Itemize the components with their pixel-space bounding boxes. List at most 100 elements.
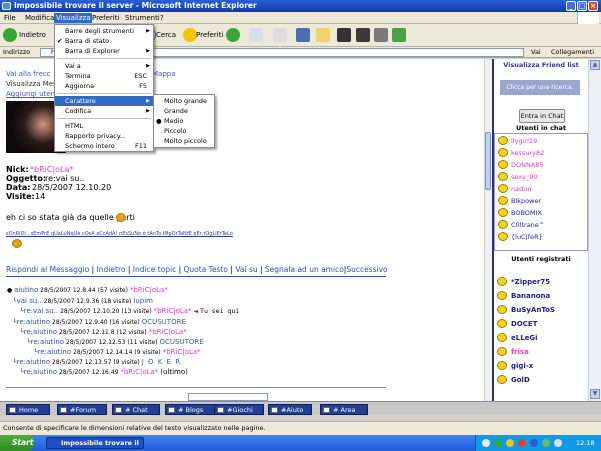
chat-user[interactable]: Blkpower xyxy=(511,197,541,205)
tab-blogs[interactable]: # Blogs xyxy=(165,404,215,415)
enter-chat-button[interactable]: Entra in Chat xyxy=(519,109,565,123)
menu-help[interactable]: ? xyxy=(158,13,166,23)
thread-item[interactable]: └re:aiutino 28/5/2007 12.11.8 (12 visite… xyxy=(20,328,187,336)
chat-user[interactable]: sexy_90 xyxy=(511,173,538,181)
thread-item[interactable]: └re:aiutino 28/5/2007 12.13.57 (9 visite… xyxy=(13,358,181,366)
history-icon[interactable] xyxy=(226,28,240,42)
top-link[interactable]: Vai su xyxy=(235,265,257,274)
scroll-up-arrow-icon[interactable]: ▲ xyxy=(590,60,600,70)
page-input[interactable] xyxy=(188,393,268,401)
tray-icon[interactable] xyxy=(506,439,514,447)
thread-item[interactable]: └re:aiutino 28/5/2007 12.16.49 *bRiC|oLa… xyxy=(20,368,188,376)
minimize-button[interactable]: _ xyxy=(566,1,576,11)
registered-user[interactable]: BuSyAnToS xyxy=(511,306,555,314)
close-button[interactable]: × xyxy=(588,1,598,11)
menu-item-status-bar[interactable]: ✔ Barra di stato xyxy=(55,36,153,46)
thread-item-current[interactable]: └re:vai su.. 28/5/2007 12.10.20 (13 visi… xyxy=(20,307,239,315)
menu-item-toolbars[interactable]: Barre degli strumenti ▶ xyxy=(55,26,153,36)
nick-value[interactable]: *bRiC|oLa* xyxy=(30,165,73,174)
menu-visualizza[interactable]: Visualizza xyxy=(54,13,93,23)
menu-modifica[interactable]: Modifica xyxy=(23,13,56,23)
content-scrollbar[interactable] xyxy=(484,59,492,401)
folder-icon[interactable] xyxy=(316,28,330,42)
addon-icon[interactable] xyxy=(392,28,406,42)
chat-user[interactable]: C0ltrane^ xyxy=(511,221,544,229)
topic-index-link[interactable]: Indice topic xyxy=(133,265,176,274)
tab-giochi[interactable]: #Giochi xyxy=(214,404,264,415)
next-link[interactable]: Successivo xyxy=(346,265,387,274)
menu-item-html[interactable]: HTML xyxy=(55,121,153,131)
chat-user[interactable]: DONNA85 xyxy=(511,161,544,169)
sidebar-scrollbar[interactable]: ▲ ▼ xyxy=(588,59,601,401)
go-button[interactable]: Vai xyxy=(531,47,541,57)
menu-item-stop[interactable]: Termina ESC xyxy=(55,71,153,81)
taskbar-window-button[interactable]: Impossibile trovare il ... xyxy=(46,437,144,451)
menu-item-encoding[interactable]: Codifica ▶ xyxy=(55,106,153,116)
registered-user[interactable]: frisa xyxy=(511,348,529,356)
tab-chat[interactable]: # Chat xyxy=(112,404,160,415)
chat-user[interactable]: llygirl19 xyxy=(511,137,537,145)
back-link[interactable]: Indietro xyxy=(97,265,126,274)
menu-item-go-to[interactable]: Vai a ▶ xyxy=(55,61,153,71)
menu-preferiti[interactable]: Preferiti xyxy=(90,13,121,23)
quote-link[interactable]: Quota Testo xyxy=(184,265,229,274)
chat-user[interactable]: BOBOMIX xyxy=(511,209,542,217)
tray-icon[interactable] xyxy=(530,439,538,447)
reply-link[interactable]: Rispondi al Messaggio xyxy=(6,265,89,274)
tray-icon[interactable] xyxy=(542,439,550,447)
breadcrumb-start[interactable]: Vai alla frecc xyxy=(6,70,51,78)
menu-file[interactable]: File xyxy=(2,13,18,23)
sidebar-search-input[interactable]: Clicca per una ricerca. xyxy=(500,80,580,95)
print-icon[interactable] xyxy=(273,28,287,42)
registered-user[interactable]: eLLeGi xyxy=(511,334,538,342)
chat-user[interactable]: kessury82 xyxy=(511,149,544,157)
chat-user[interactable]: nadun xyxy=(511,185,531,193)
search-button[interactable]: Cerca xyxy=(156,27,176,43)
friend-list-link[interactable]: Visualizza Friend list xyxy=(494,59,588,71)
favorites-button[interactable]: Preferiti xyxy=(196,27,223,43)
menu-item-refresh[interactable]: Aggiorna F5 xyxy=(55,81,153,91)
tab-area[interactable]: # Area xyxy=(320,404,368,415)
add-user-link[interactable]: Aggiungi uten xyxy=(6,90,55,98)
thread-item[interactable]: ● aiutino 28/5/2007 12.8.44 (57 visite) … xyxy=(7,286,168,294)
thread-item[interactable]: └re:aiutino 28/5/2007 12.14.14 (9 visite… xyxy=(34,348,201,356)
report-link[interactable]: Segnala ad un amico xyxy=(265,265,344,274)
menu-item-explorer-bar[interactable]: Barra di Explorer ▶ xyxy=(55,46,153,56)
messenger-icon[interactable] xyxy=(337,28,351,42)
menu-item-privacy-report[interactable]: Rapporto privacy... xyxy=(55,131,153,141)
thread-item[interactable]: └re:aiutino 28/5/2007 12.12.53 (11 visit… xyxy=(27,338,204,346)
h-icon[interactable] xyxy=(356,28,370,42)
content-scroll-thumb[interactable] xyxy=(485,132,491,190)
registered-user[interactable]: Bananona xyxy=(511,292,550,300)
scroll-down-arrow-icon[interactable]: ▼ xyxy=(590,389,600,399)
edit-icon[interactable] xyxy=(296,28,310,42)
text-size-option[interactable]: Molto piccolo xyxy=(154,136,214,146)
chat-user[interactable]: {luC|feR} xyxy=(511,233,543,241)
registered-user[interactable]: gigi-x xyxy=(511,362,533,370)
text-size-option[interactable]: Piccolo xyxy=(154,126,214,136)
tray-icon[interactable] xyxy=(494,439,502,447)
tab-aiuto[interactable]: #Aiuto xyxy=(268,404,312,415)
speaker-icon[interactable] xyxy=(554,439,562,447)
tray-icon[interactable] xyxy=(518,439,526,447)
tab-home[interactable]: Home xyxy=(6,404,50,415)
thread-item[interactable]: └vai su.. 28/5/2007 12.9.36 (18 visite) … xyxy=(13,297,153,305)
menu-item-text-size[interactable]: Carattere ▶ xyxy=(55,96,153,106)
registered-user[interactable]: DOCET xyxy=(511,320,537,328)
maximize-button[interactable]: □ xyxy=(577,1,587,11)
text-size-option[interactable]: Grande xyxy=(154,106,214,116)
mail-icon[interactable] xyxy=(249,28,263,42)
start-button[interactable]: Start xyxy=(0,435,34,451)
site-map-link[interactable]: Mappa xyxy=(152,70,176,78)
registered-user[interactable]: GolD xyxy=(511,376,530,384)
menu-strumenti[interactable]: Strumenti xyxy=(123,13,162,23)
thread-item[interactable]: └re:aiutino 28/5/2007 12.9.40 (16 visite… xyxy=(13,318,186,326)
tool-icon[interactable] xyxy=(374,28,388,42)
tray-icon[interactable] xyxy=(482,439,490,447)
menu-item-full-screen[interactable]: Schermo intero F11 xyxy=(55,141,153,151)
text-size-option[interactable]: Molto grande xyxy=(154,96,214,106)
links-button[interactable]: Collegamenti xyxy=(551,47,594,57)
back-button[interactable]: Indietro xyxy=(19,27,46,43)
text-size-option-selected[interactable]: ● Medio xyxy=(154,116,214,126)
registered-user[interactable]: *Zipper75 xyxy=(511,278,550,286)
